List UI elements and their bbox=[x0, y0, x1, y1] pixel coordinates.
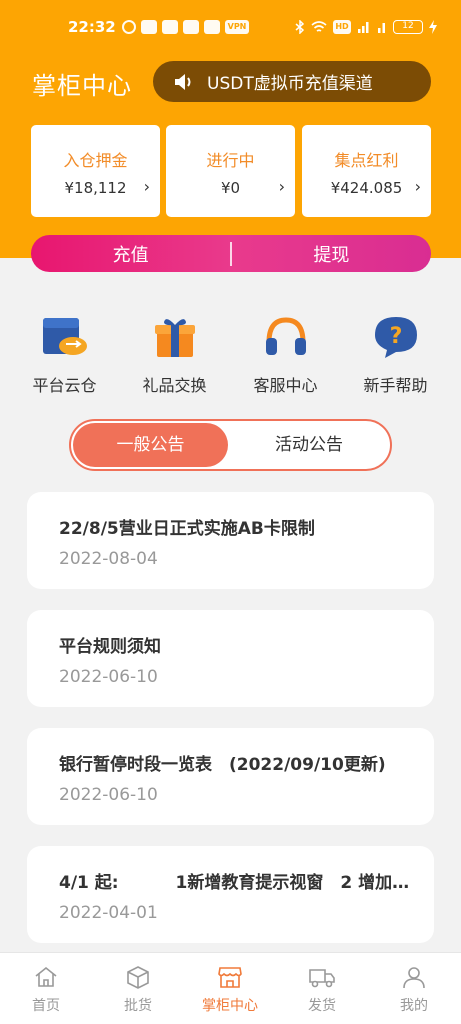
announcement-card[interactable]: 4/1 起: 1新增教育提示视窗 2 增加提现 2022-04-01 bbox=[27, 846, 434, 943]
tabbar-item-shipping[interactable]: 发货 bbox=[276, 965, 368, 1015]
signal-icon bbox=[358, 22, 369, 33]
stat-label: 进行中 bbox=[206, 151, 255, 170]
announcement-title: 22/8/5营业日正式实施AB卡限制 bbox=[59, 519, 315, 539]
announcement-title: 平台规则须知 bbox=[59, 637, 161, 657]
quick-link-label: 客服中心 bbox=[253, 376, 318, 395]
battery-icon: 12 bbox=[393, 20, 423, 34]
chevron-right-icon: › bbox=[143, 177, 150, 196]
announcement-tabs: 一般公告 活动公告 bbox=[69, 419, 392, 471]
vpn-icon: VPN bbox=[225, 20, 249, 34]
store-icon bbox=[218, 967, 242, 988]
app-notification-icon bbox=[204, 20, 220, 34]
tab-general-announcement[interactable]: 一般公告 bbox=[73, 423, 228, 467]
tabbar-label: 掌柜中心 bbox=[202, 998, 258, 1014]
tabbar-label: 我的 bbox=[400, 998, 428, 1014]
bluetooth-icon bbox=[295, 20, 305, 34]
truck-icon bbox=[309, 969, 335, 988]
home-icon bbox=[35, 966, 57, 987]
app-notification-icon bbox=[141, 20, 157, 34]
stat-value: ¥424.085 bbox=[330, 179, 403, 197]
announcement-date: 2022-08-04 bbox=[59, 549, 158, 569]
stat-label: 集点红利 bbox=[334, 151, 399, 170]
quick-link-beginner-help[interactable]: ? 新手帮助 bbox=[338, 314, 453, 396]
tabbar-label: 批货 bbox=[124, 998, 152, 1014]
tabbar-label: 首页 bbox=[32, 998, 60, 1014]
app-notification-icon bbox=[122, 20, 136, 34]
stat-value: ¥18,112 bbox=[64, 179, 127, 197]
chevron-right-icon: › bbox=[278, 177, 285, 196]
stat-label: 入仓押金 bbox=[63, 151, 128, 170]
box-icon bbox=[127, 966, 149, 989]
charging-icon bbox=[429, 20, 437, 34]
announcement-date: 2022-04-01 bbox=[59, 903, 158, 923]
tabbar-item-mine[interactable]: 我的 bbox=[368, 965, 460, 1015]
chevron-right-icon: › bbox=[414, 177, 421, 196]
hd-icon: HD bbox=[333, 20, 351, 34]
status-time: 22:32 bbox=[68, 18, 116, 36]
tabbar-item-home[interactable]: 首页 bbox=[0, 965, 92, 1015]
bottom-tab-bar: 首页 批货 掌柜中心 发货 我的 bbox=[0, 952, 461, 1024]
gift-icon bbox=[154, 319, 195, 357]
announcement-title: 4/1 起: 1新增教育提示视窗 2 增加提现 bbox=[59, 873, 416, 893]
announcement-card[interactable]: 银行暂停时段一览表 (2022/09/10更新) 2022-06-10 bbox=[27, 728, 434, 825]
cloud-warehouse-icon bbox=[42, 318, 87, 355]
user-icon bbox=[403, 967, 425, 989]
stat-card-in-progress[interactable]: 进行中 ¥0 › bbox=[166, 125, 295, 217]
quick-link-label: 平台云仓 bbox=[32, 376, 97, 395]
announcement-date: 2022-06-10 bbox=[59, 667, 158, 687]
system-icons: HD 12 bbox=[295, 20, 437, 34]
page-title: 掌柜中心 bbox=[32, 72, 132, 100]
app-notification-icon bbox=[183, 20, 199, 34]
signal-icon bbox=[378, 23, 385, 33]
withdraw-button[interactable]: 提现 bbox=[232, 241, 431, 267]
stat-card-bonus[interactable]: 集点红利 ¥424.085 › bbox=[302, 125, 431, 217]
announcement-card[interactable]: 平台规则须知 2022-06-10 bbox=[27, 610, 434, 707]
quick-link-label: 新手帮助 bbox=[363, 376, 428, 395]
notice-banner[interactable]: USDT虚拟币充值渠道 bbox=[153, 61, 431, 102]
headset-icon bbox=[265, 317, 306, 355]
recharge-button[interactable]: 充值 bbox=[31, 241, 230, 267]
tabbar-item-wholesale[interactable]: 批货 bbox=[92, 965, 184, 1015]
tabbar-label: 发货 bbox=[308, 998, 336, 1014]
quick-link-customer-service[interactable]: 客服中心 bbox=[228, 314, 343, 396]
help-bubble-icon: ? bbox=[374, 317, 417, 358]
svg-text:?: ? bbox=[389, 324, 402, 349]
notice-text: USDT虚拟币充值渠道 bbox=[207, 74, 373, 94]
recharge-withdraw-bar: 充值 提现 bbox=[31, 235, 431, 272]
wifi-icon bbox=[311, 21, 327, 32]
status-bar: 22:32 VPN HD 12 bbox=[0, 14, 461, 44]
notification-icons: VPN bbox=[122, 20, 249, 34]
stat-card-deposit[interactable]: 入仓押金 ¥18,112 › bbox=[31, 125, 160, 217]
quick-link-label: 礼品交换 bbox=[142, 376, 207, 395]
quick-link-cloud-warehouse[interactable]: 平台云仓 bbox=[7, 314, 122, 396]
app-notification-icon bbox=[162, 20, 178, 34]
speaker-icon bbox=[175, 73, 191, 90]
announcement-title: 银行暂停时段一览表 (2022/09/10更新) bbox=[59, 755, 386, 775]
announcement-date: 2022-06-10 bbox=[59, 785, 158, 805]
quick-link-gift-exchange[interactable]: 礼品交换 bbox=[117, 314, 232, 396]
tabbar-item-store-center[interactable]: 掌柜中心 bbox=[184, 965, 276, 1015]
stat-value: ¥0 bbox=[220, 179, 241, 197]
tab-activity-announcement[interactable]: 活动公告 bbox=[228, 423, 390, 467]
announcement-card[interactable]: 22/8/5营业日正式实施AB卡限制 2022-08-04 bbox=[27, 492, 434, 589]
